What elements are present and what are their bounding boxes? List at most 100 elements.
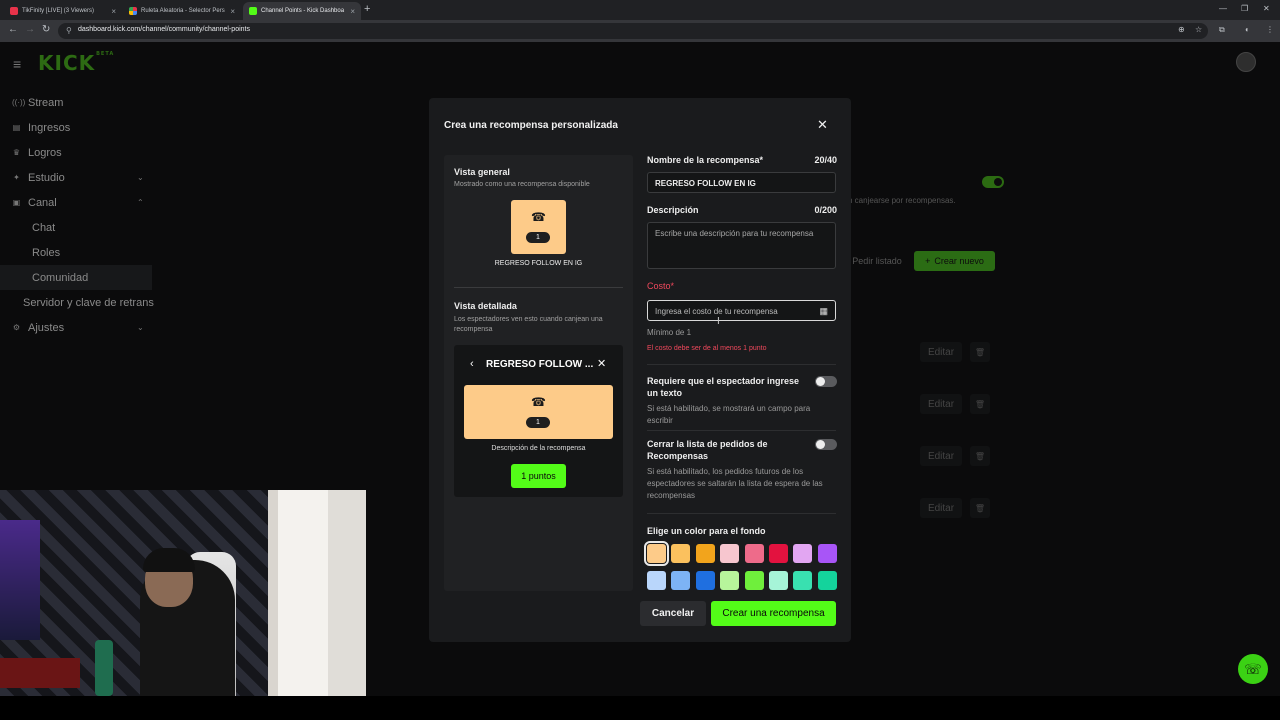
webcam-overlay [0,490,366,696]
color-swatch[interactable] [720,571,740,590]
color-swatch[interactable] [744,571,764,590]
studio-icon: ✦ [13,173,20,182]
reward-name-input[interactable]: REGRESO FOLLOW EN IG [647,172,836,193]
overview-heading: Vista general [454,167,510,177]
new-tab-icon[interactable]: + [364,3,370,15]
chevron-down-icon[interactable]: ⌄ [137,323,144,332]
cost-input[interactable]: Ingresa el costo de tu recompensa ▦ [647,300,836,321]
forward-icon[interactable]: → [25,24,35,35]
edit-reward-button[interactable]: Editar [920,394,962,414]
redeem-points-button: 1 puntos [511,464,566,488]
sidebar-item-chat[interactable]: Chat [0,215,160,240]
close-icon[interactable]: × [350,7,355,16]
restore-icon[interactable]: ❐ [1241,4,1248,13]
color-swatch[interactable] [695,544,715,563]
edit-label: Editar [927,398,955,410]
sidebar-item-estudio[interactable]: ✦ Estudio ⌄ [0,165,160,190]
sidebar-item-ajustes[interactable]: ⚙ Ajustes ⌄ [0,315,160,340]
help-support-icon[interactable]: ☏ [1238,654,1268,684]
color-swatch[interactable] [817,544,837,563]
trash-icon[interactable]: 🗑 [970,498,990,518]
reward-card-preview: ☎ 1 [511,200,566,254]
sidebar-item-servidor[interactable]: Servidor y clave de retrans [0,290,160,315]
tab-title: Channel Points - Kick Dashboa [261,8,345,14]
color-swatch[interactable] [769,571,788,590]
minimize-icon[interactable]: — [1219,4,1227,13]
require-text-toggle[interactable] [815,376,837,387]
back-icon[interactable]: ← [8,24,18,35]
hamburger-menu-icon[interactable]: ≡ [13,56,21,72]
sidebar-item-canal[interactable]: ▣ Canal ⌃ [0,190,160,215]
color-swatch[interactable] [793,544,813,563]
browser-tab-tikfinity[interactable]: TikFinity [LIVE] (3 Viewers) × [4,2,122,20]
color-swatch[interactable] [793,571,813,590]
color-swatch[interactable] [695,571,715,590]
sidebar-item-comunidad[interactable]: Comunidad [0,265,152,290]
request-list-button[interactable]: Pedir listado [848,251,906,271]
trash-icon[interactable]: 🗑 [970,446,990,466]
edit-reward-button[interactable]: Editar [920,446,962,466]
reward-name-label: Nombre de la recompensa* [647,155,764,165]
channel-points-toggle[interactable] [982,176,1004,188]
sidebar-item-label: Canal [28,196,57,209]
sidebar-item-ingresos[interactable]: ▤ Ingresos [0,115,160,140]
create-reward-button[interactable]: Crear una recompensa [711,601,836,626]
trash-icon[interactable]: 🗑 [970,342,990,362]
color-swatch[interactable] [671,571,691,590]
sidebar-item-label: Estudio [28,171,65,184]
close-queue-toggle[interactable] [815,439,837,450]
browser-tab-kick[interactable]: Channel Points - Kick Dashboa × [243,2,361,20]
sidebar-item-label: Comunidad [32,271,89,284]
description-textarea[interactable]: Escribe una descripción para tu recompen… [647,222,836,269]
request-list-label: Pedir listado [852,256,902,266]
user-avatar[interactable] [1236,52,1256,72]
profile-icon[interactable]: ◐ [1245,25,1250,34]
sidebar-item-roles[interactable]: Roles [0,240,160,265]
color-swatch[interactable] [817,571,837,590]
sidebar-item-label: Ingresos [28,121,71,134]
close-icon[interactable]: × [111,7,116,16]
sidebar-item-label: Logros [28,146,62,159]
webcam-pc-case [0,520,40,640]
require-text-label: Requiere que el espectador ingrese un te… [647,376,800,398]
browser-tab-ruleta[interactable]: Ruleta Aleatoria - Selector Pers × [123,2,241,20]
trash-icon[interactable]: 🗑 [970,394,990,414]
color-swatch[interactable] [647,571,666,590]
cost-placeholder: Ingresa el costo de tu recompensa [655,307,778,316]
color-swatch[interactable] [769,544,788,563]
edit-reward-button[interactable]: Editar [920,342,962,362]
kebab-menu-icon[interactable]: ⋮ [1266,25,1274,34]
window-close-icon[interactable]: ✕ [1263,4,1270,13]
create-new-button[interactable]: + Crear nuevo [914,251,995,271]
wallet-icon: ▤ [12,123,21,132]
zoom-icon[interactable]: ⊕ [1178,25,1185,34]
color-swatch[interactable] [720,544,740,563]
sidebar-item-stream[interactable]: ((·)) Stream [0,90,160,115]
address-bar[interactable]: ⚲ dashboard.kick.com/channel/community/c… [58,23,1208,39]
cost-hint: Mínimo de 1 [647,328,692,337]
color-swatch[interactable] [644,541,669,566]
logo-text: KICK [38,51,96,75]
kick-logo[interactable]: KICKBETA [38,51,114,75]
detailed-preview: ‹ REGRESO FOLLOW ... ✕ ☎ 1 Descripción d… [454,345,623,497]
gift-icon: ☎ [531,395,546,409]
chevron-down-icon[interactable]: ⌄ [137,173,144,182]
chevron-up-icon[interactable]: ⌃ [137,198,144,207]
cancel-button[interactable]: Cancelar [640,601,706,626]
sidebar-item-logros[interactable]: ♛ Logros [0,140,160,165]
close-icon[interactable]: ✕ [817,117,828,133]
site-info-icon[interactable]: ⚲ [66,26,72,35]
extensions-icon[interactable]: ⧉ [1219,25,1225,35]
color-swatch[interactable] [744,544,764,563]
bookmark-star-icon[interactable]: ☆ [1195,25,1202,34]
modal-title: Crea una recompensa personalizada [444,120,618,131]
divider [647,430,836,431]
cost-badge: 1 [526,417,550,428]
edit-reward-button[interactable]: Editar [920,498,962,518]
reload-icon[interactable]: ↻ [42,24,50,35]
edit-label: Editar [927,346,955,358]
close-icon[interactable]: × [230,7,235,16]
ruleta-favicon-icon [129,7,137,15]
color-swatch[interactable] [671,544,691,563]
overview-subheading: Mostrado como una recompensa disponible [454,181,590,188]
